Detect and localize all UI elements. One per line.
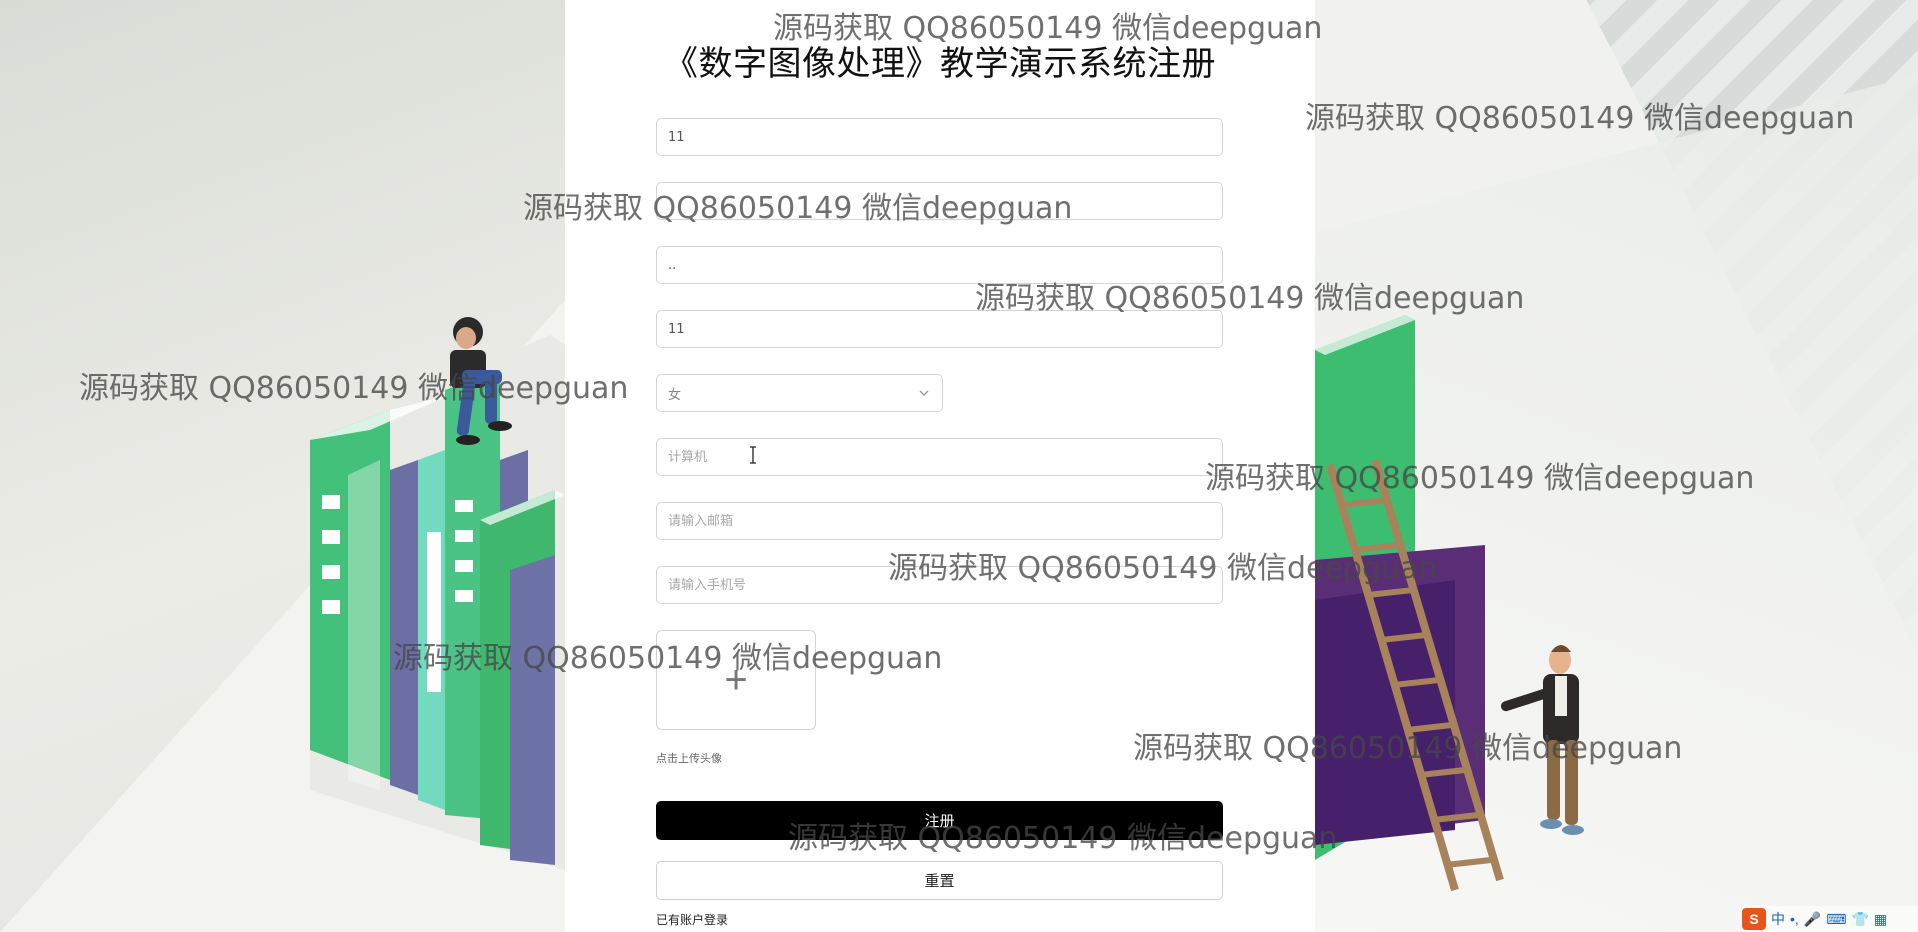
ime-toolbar[interactable]: S 中 •, 🎤 ⌨ 👕 ▦ <box>1742 906 1918 932</box>
page-title: 《数字图像处理》教学演示系统注册 <box>664 44 1216 84</box>
books-illustration-left <box>310 317 565 870</box>
phone-input[interactable] <box>656 566 1223 604</box>
registration-panel: 《数字图像处理》教学演示系统注册 女 + 点击上传头像 注册 重置 已有账户登录 <box>565 0 1315 932</box>
avatar-uploader[interactable]: + <box>656 630 816 730</box>
major-input[interactable] <box>656 438 1223 476</box>
email-input[interactable] <box>656 502 1223 540</box>
plus-icon: + <box>724 658 748 702</box>
punctuation-icon[interactable]: •, <box>1790 911 1799 927</box>
gender-select[interactable]: 女 <box>656 374 943 412</box>
chevron-down-icon <box>919 390 929 396</box>
password-input[interactable] <box>656 182 1223 220</box>
text-cursor-icon <box>750 446 756 464</box>
books-illustration-right <box>1315 315 1584 892</box>
avatar-upload-hint: 点击上传头像 <box>656 752 722 765</box>
login-link[interactable]: 已有账户登录 <box>656 911 728 928</box>
microphone-icon[interactable]: 🎤 <box>1804 911 1821 928</box>
ime-mode-toggle[interactable]: 中 <box>1771 909 1785 929</box>
account-input[interactable] <box>656 118 1223 156</box>
menu-grid-icon[interactable]: ▦ <box>1874 911 1887 928</box>
name-input[interactable] <box>656 310 1223 348</box>
reset-button[interactable]: 重置 <box>656 861 1223 900</box>
skin-icon[interactable]: 👕 <box>1851 911 1868 928</box>
confirm-password-input[interactable] <box>656 246 1223 284</box>
register-button[interactable]: 注册 <box>656 801 1223 840</box>
sogou-logo-icon[interactable]: S <box>1742 908 1766 930</box>
gender-select-value: 女 <box>668 387 682 403</box>
keyboard-icon[interactable]: ⌨ <box>1826 911 1846 928</box>
